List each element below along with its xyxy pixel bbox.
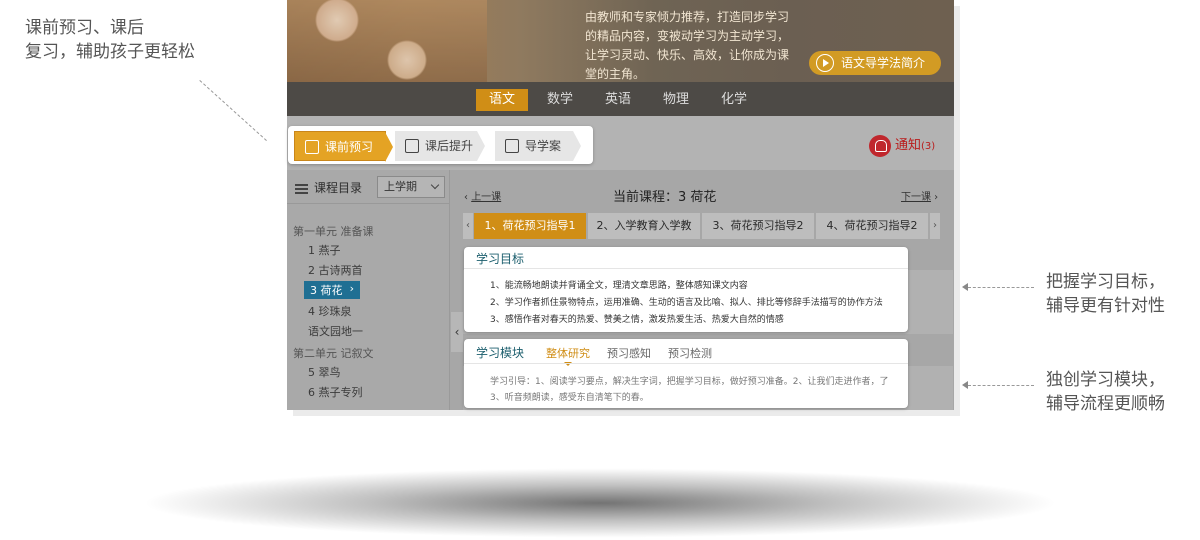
tab-review[interactable]: 课后提升 — [395, 131, 485, 161]
lesson-item-active[interactable]: 3 荷花 › — [304, 281, 360, 299]
sidebar-title-text: 课程目录 — [314, 181, 363, 195]
lesson-item-label: 3 荷花 — [310, 284, 343, 297]
sidebar-title: 课程目录 — [295, 179, 362, 196]
caption-r2-line2: 辅导流程更顺畅 — [1046, 394, 1165, 414]
caption-r1-line1: 把握学习目标， — [1046, 272, 1165, 292]
tab-notch — [477, 131, 485, 161]
goal-item: 3、感悟作者对春天的热爱、赞美之情，激发热爱生活、热爱大自然的情感 — [490, 315, 784, 325]
chart-icon — [405, 139, 419, 153]
intro-button-label: 语文导学法简介 — [841, 56, 926, 70]
play-icon — [816, 54, 834, 72]
collapse-sidebar-icon[interactable]: ‹ — [451, 312, 463, 352]
mode-tabs-highlight: 课前预习 课后提升 导学案 — [288, 126, 593, 164]
learning-module-card: 学习模块 整体研究 预习感知 预习检测 学习引导：1、阅读学习要点，解决生字词，… — [464, 339, 908, 408]
lesson-chip-active[interactable]: 1、荷花预习指导1 — [474, 213, 586, 239]
chevron-down-icon — [430, 180, 440, 190]
guide-text: 3、听音频朗读，感受东自清笔下的春。 — [490, 393, 649, 403]
caption-r2-line1: 独创学习模块， — [1046, 370, 1165, 390]
chip-scroll-left-icon[interactable]: ‹ — [463, 213, 473, 239]
subject-tab-chemistry[interactable]: 化学 — [713, 89, 755, 111]
checkbox-icon — [305, 140, 319, 154]
caption-r1-line2: 辅导更有针对性 — [1046, 296, 1165, 316]
caption-right-module: 独创学习模块， 辅导流程更顺畅 — [1046, 368, 1196, 416]
caption-left: 课前预习、课后 复习，辅助孩子更轻松 — [25, 16, 225, 64]
tab-notch — [385, 132, 393, 162]
divider — [464, 268, 908, 269]
intro-button[interactable]: 语文导学法简介 — [809, 51, 941, 75]
caption-right-goals: 把握学习目标， 辅导更有针对性 — [1046, 270, 1196, 318]
goals-title: 学习目标 — [476, 252, 525, 266]
lesson-item[interactable]: 语文园地一 — [308, 323, 363, 339]
unit-heading: 第一单元 准备课 — [293, 225, 374, 238]
subject-tab-chinese[interactable]: 语文 — [476, 89, 528, 111]
floor-shadow — [140, 468, 1060, 538]
subject-tab-physics[interactable]: 物理 — [655, 89, 697, 111]
lesson-chip[interactable]: 4、荷花预习指导2 — [816, 213, 928, 239]
list-icon — [295, 183, 308, 194]
current-course: 当前课程：3 荷花 — [613, 190, 717, 205]
tab-preview-label: 课前预习 — [325, 140, 374, 154]
notify-count: (3) — [921, 141, 936, 152]
lesson-chip[interactable]: 2、入学教育入学教 — [588, 213, 700, 239]
subject-tab-math[interactable]: 数学 — [539, 89, 581, 111]
lesson-item[interactable]: 1 燕子 — [308, 242, 341, 258]
caption-left-line2: 复习，辅助孩子更轻松 — [25, 42, 195, 62]
learning-goals-card: 学习目标 1、能流畅地朗读并背诵全文，理清文章思路，整体感知课文内容 2、学习作… — [464, 247, 908, 332]
module-tab-overall[interactable]: 整体研究 — [546, 345, 590, 366]
lesson-item[interactable]: 4 珍珠泉 — [308, 303, 352, 319]
term-select[interactable]: 上学期 — [377, 176, 445, 198]
tab-review-label: 课后提升 — [425, 139, 474, 153]
guide-text: 学习引导：1、阅读学习要点，解决生字词，把握学习目标，做好预习准备。2、让我们走… — [490, 377, 889, 387]
module-tab-test[interactable]: 预习检测 — [668, 345, 712, 361]
notify-label: 通知 — [895, 138, 922, 153]
next-lesson-link[interactable]: 下一课 › — [901, 188, 938, 203]
tab-guide-label: 导学案 — [525, 139, 562, 153]
arrow-goals-dash — [968, 287, 1034, 288]
chip-scroll-right-icon[interactable]: › — [930, 213, 940, 239]
module-tab-perception[interactable]: 预习感知 — [607, 345, 651, 361]
tab-preview[interactable]: 课前预习 — [294, 131, 393, 162]
lesson-chip[interactable]: 3、荷花预习指导2 — [702, 213, 814, 239]
banner: 由教师和专家倾力推荐，打造同步学习的精品内容，变被动学习为主动学习，让学习灵动、… — [287, 0, 954, 82]
unit-heading: 第二单元 记叙文 — [293, 347, 374, 360]
tab-guide[interactable]: 导学案 — [495, 131, 581, 161]
document-icon — [505, 139, 519, 153]
module-title: 学习模块 — [476, 346, 525, 360]
banner-text: 由教师和专家倾力推荐，打造同步学习的精品内容，变被动学习为主动学习，让学习灵动、… — [585, 10, 790, 81]
arrow-left-dash — [199, 80, 267, 141]
goal-item: 2、学习作者抓住景物特点，运用准确、生动的语言及比喻、拟人、排比等修辞手法描写的… — [490, 298, 883, 308]
subject-tab-english[interactable]: 英语 — [597, 89, 639, 111]
lesson-item[interactable]: 6 燕子专列 — [308, 384, 363, 400]
next-lesson-label: 下一课 — [901, 192, 931, 203]
term-select-value: 上学期 — [384, 180, 417, 193]
banner-photo — [287, 0, 487, 82]
lesson-item[interactable]: 2 古诗两首 — [308, 262, 363, 278]
bell-icon — [869, 134, 891, 157]
divider — [464, 363, 908, 364]
arrow-module-dash — [968, 385, 1034, 386]
goal-item: 1、能流畅地朗读并背诵全文，理清文章思路，整体感知课文内容 — [490, 281, 748, 291]
prev-lesson-link[interactable]: ‹ 上一课 — [464, 188, 501, 203]
prev-lesson-label: 上一课 — [471, 192, 502, 203]
lesson-item[interactable]: 5 翠鸟 — [308, 364, 341, 380]
notify-button[interactable]: 通知(3) — [869, 134, 935, 157]
chevron-right-icon: › — [349, 282, 354, 295]
tab-notch — [573, 131, 581, 161]
sidebar-header: 课程目录 上学期 — [287, 170, 449, 204]
caption-left-line1: 课前预习、课后 — [25, 18, 144, 38]
subject-nav: 语文 数学 英语 物理 化学 — [287, 82, 954, 116]
